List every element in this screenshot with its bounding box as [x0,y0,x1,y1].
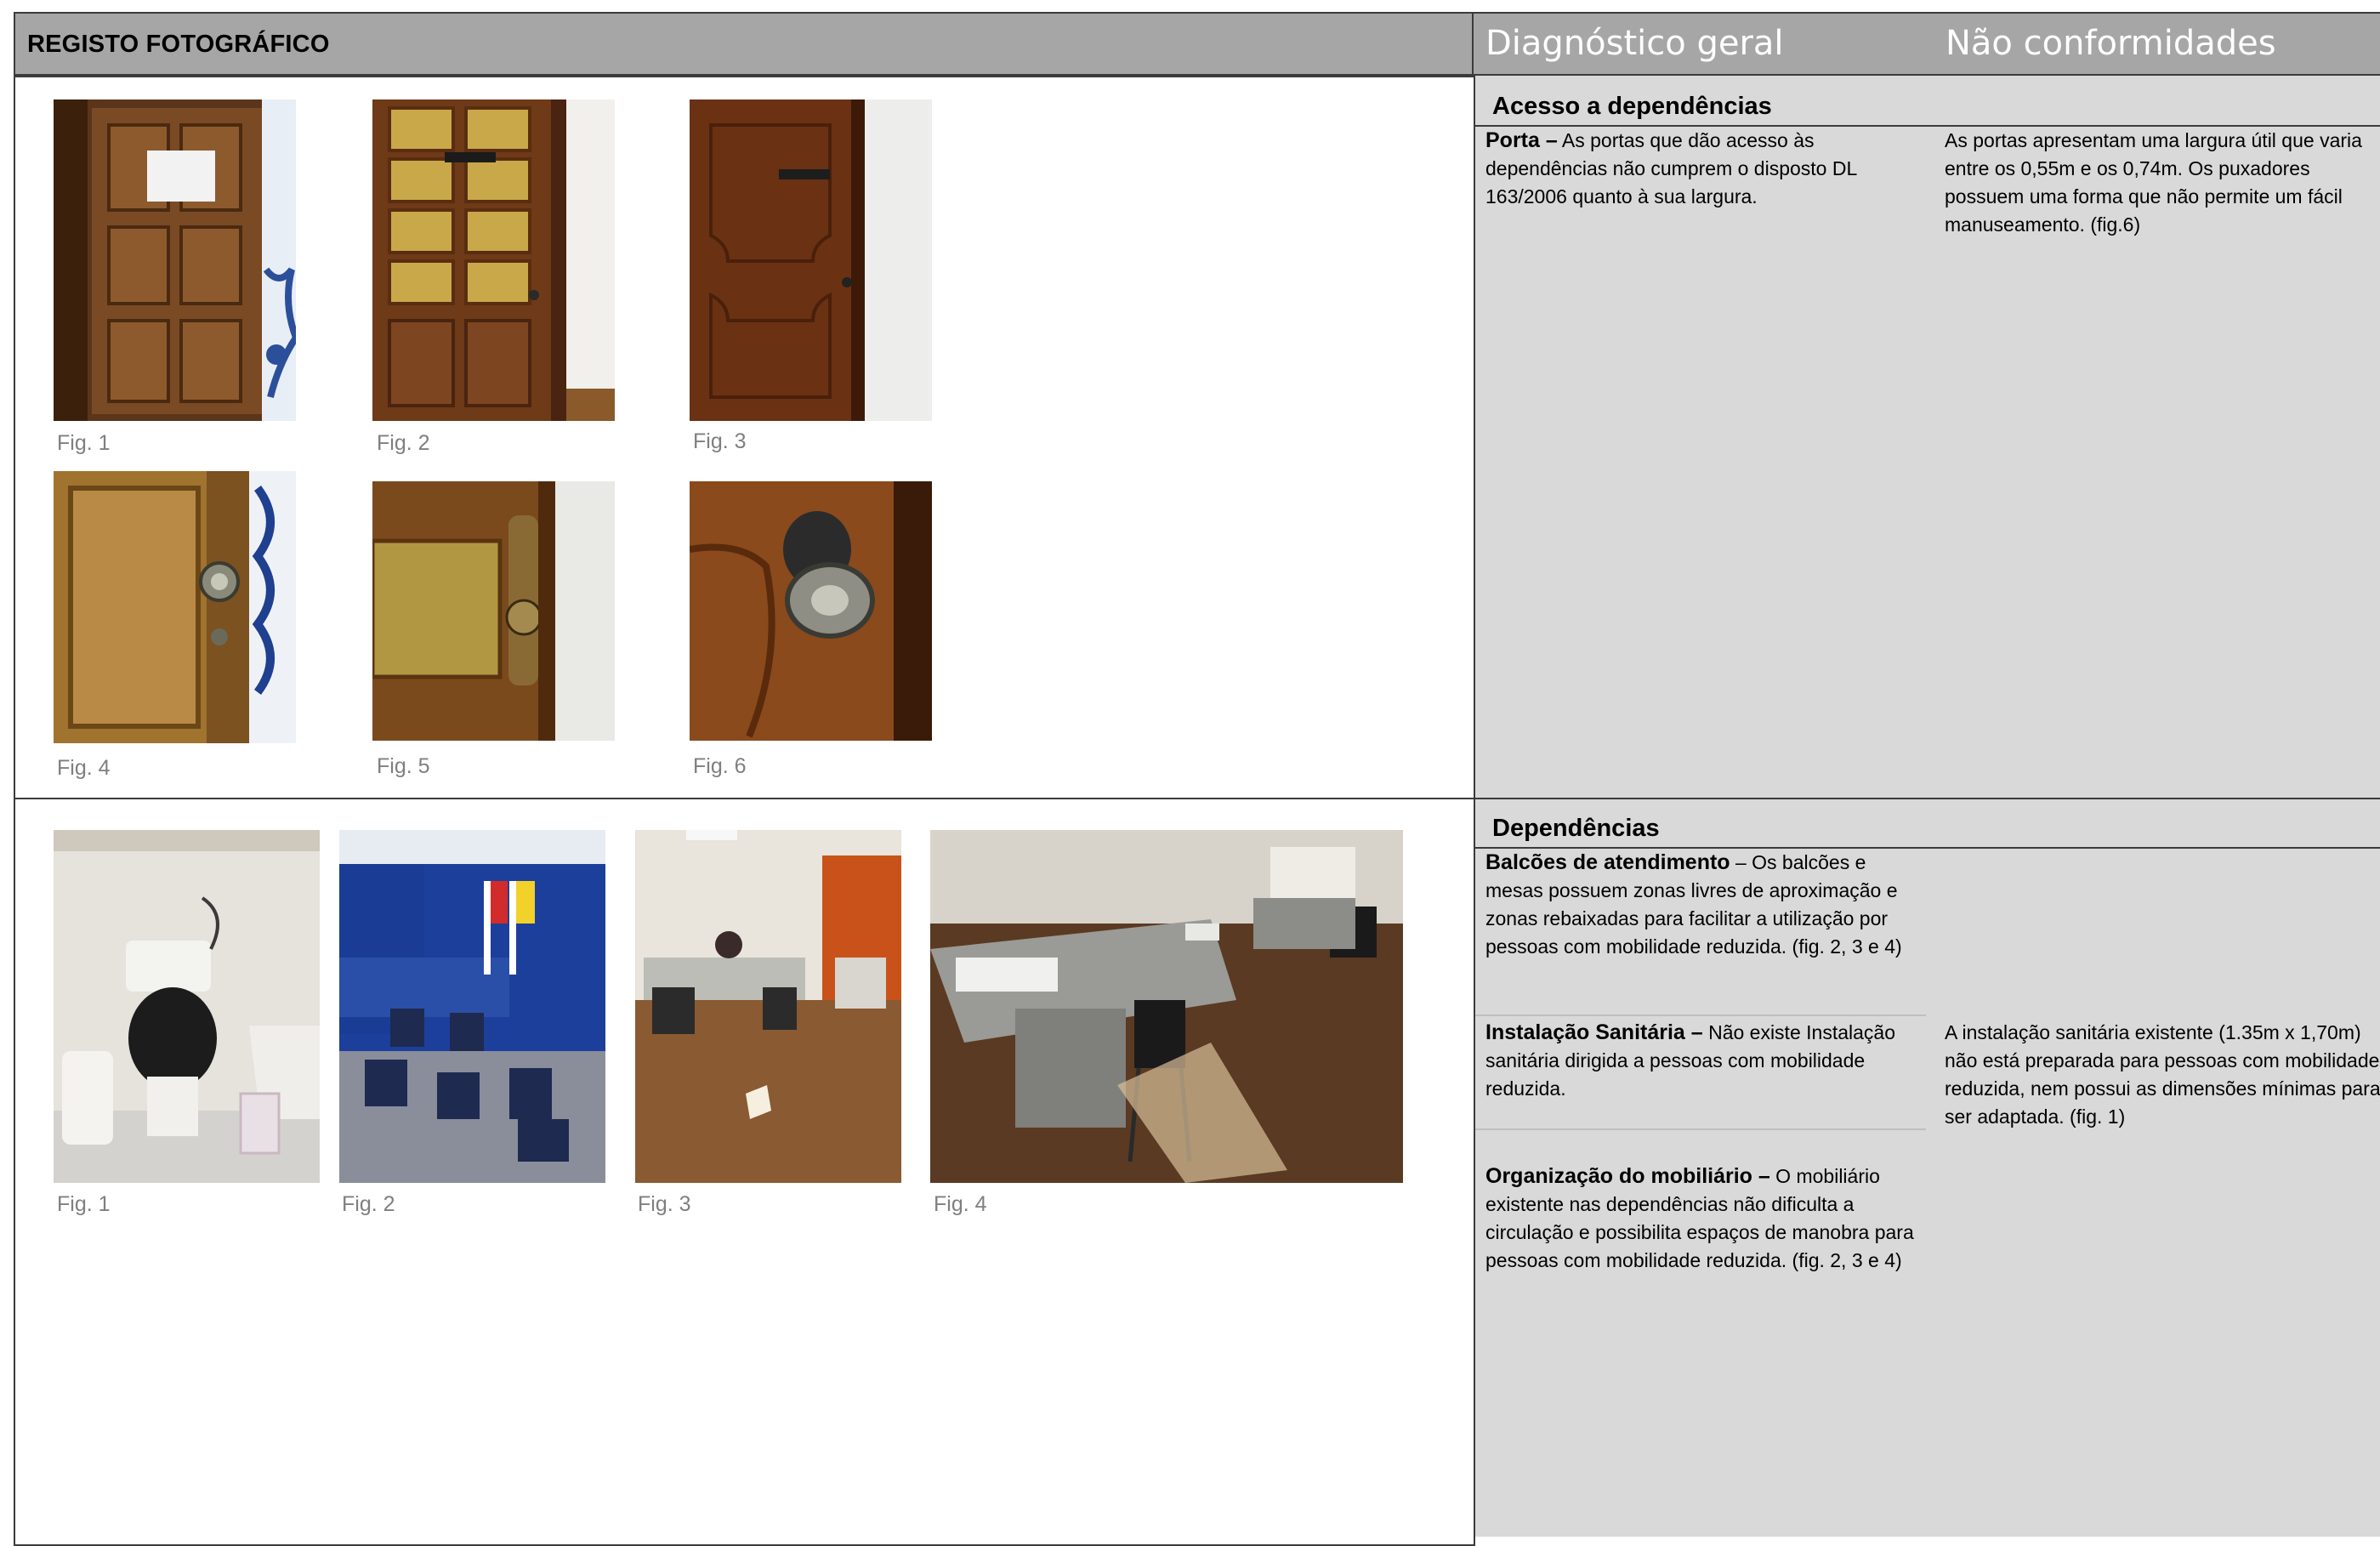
section-title-dependencias: Dependências [1492,815,1660,842]
caption-room-fig2: Fig. 2 [342,1192,395,1216]
photo-meeting-room [339,830,605,1183]
diagnostic-mobiliario-label: Organização do mobiliário – [1485,1164,1770,1188]
section-title-acesso: Acesso a dependências [1492,93,1772,120]
diagnostic-porta: Porta – As portas que dão acesso às depe… [1485,127,1928,211]
photo-office-wide [930,830,1403,1183]
header-columns-bar: Diagnóstico geral Não conformidades [1474,12,2380,76]
caption-room-fig3: Fig. 3 [638,1192,691,1216]
caption-fig1: Fig. 1 [57,431,111,455]
caption-fig6: Fig. 6 [693,754,747,778]
diagnostic-instalacao: Instalação Sanitária – Não existe Instal… [1485,1019,1928,1103]
photo-handle-5 [372,481,615,741]
photo-door-1 [54,99,296,421]
caption-room-fig4: Fig. 4 [934,1192,987,1216]
photo-bathroom [54,830,320,1183]
nc-porta: As portas apresentam uma largura útil qu… [1945,129,2362,236]
diagnostic-instalacao-label: Instalação Sanitária – [1485,1020,1703,1044]
photo-door-3 [690,99,932,421]
diagnostic-column: Acesso a dependências Porta – As portas … [1474,76,2380,1537]
page-title: REGISTO FOTOGRÁFICO [27,31,330,58]
column-header-nao-conformidades: Não conformidades [1945,24,2276,63]
photo-handle-4 [54,471,296,743]
photo-knob-6 [690,481,932,741]
diagnostic-balcoes: Balcões de atendimento – Os balcões e me… [1485,849,1928,961]
item-divider [1475,1015,1926,1016]
photo-door-2 [372,99,615,421]
caption-fig4: Fig. 4 [57,756,111,780]
caption-fig2: Fig. 2 [377,431,430,455]
item-divider [1475,1128,1926,1130]
diagnostic-porta-label: Porta – [1485,128,1558,152]
caption-room-fig1: Fig. 1 [57,1192,111,1216]
photo-panel-access: Fig. 1 Fig. 2 Fig. 3 Fig. 4 Fig. 5 Fig. … [14,76,1475,799]
caption-fig3: Fig. 3 [693,429,747,453]
caption-fig5: Fig. 5 [377,754,430,778]
nc-instalacao: A instalação sanitária existente (1.35m … [1945,1021,2380,1128]
diagnostic-mobiliario: Organização do mobiliário – O mobiliário… [1485,1162,1928,1275]
photo-panel-rooms: Fig. 1 Fig. 2 Fig. 3 Fig. 4 [14,798,1475,1546]
diagnostic-balcoes-label: Balcões de atendimento [1485,850,1730,874]
photo-office-desk [635,830,901,1183]
section-divider [1475,798,2380,799]
column-header-diagnostico: Diagnóstico geral [1485,24,1784,63]
header-title-bar: REGISTO FOTOGRÁFICO [14,12,1474,76]
